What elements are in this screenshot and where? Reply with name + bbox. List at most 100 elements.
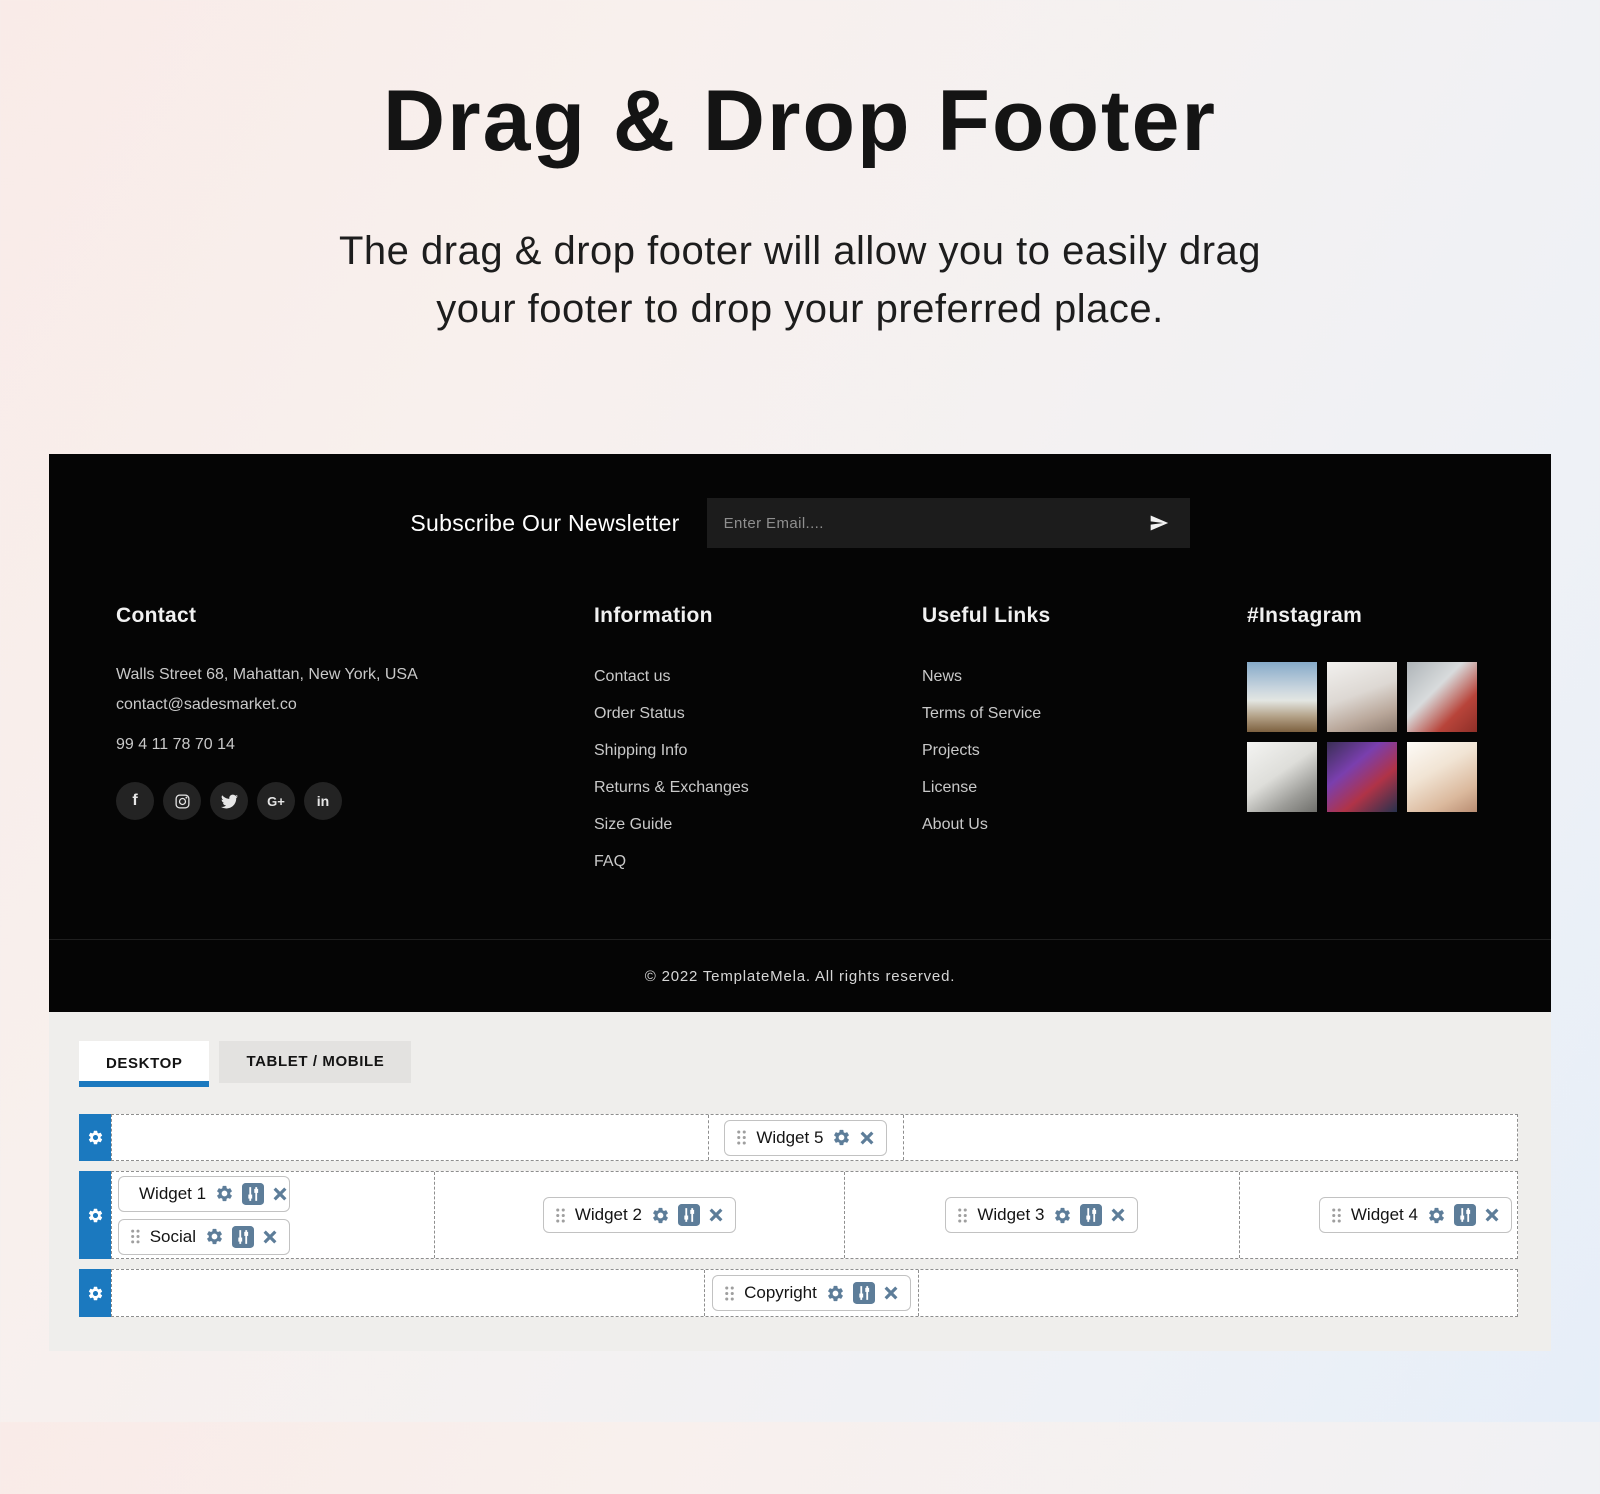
instagram-heading: #Instagram [1247, 604, 1487, 628]
widget-chip-widget1[interactable]: Widget 1 [118, 1176, 290, 1212]
facebook-icon[interactable]: f [116, 782, 154, 820]
row-settings-handle[interactable] [79, 1114, 111, 1161]
builder-row-2: Widget 1 Social [79, 1171, 1518, 1259]
newsletter-email-input[interactable] [724, 515, 1145, 532]
widget-chip-label: Copyright [744, 1283, 817, 1303]
contact-email[interactable]: contact@sadesmarket.co [116, 690, 594, 720]
instagram-photo-mechanic[interactable] [1407, 662, 1477, 732]
grip-dots-icon [555, 1207, 566, 1224]
footer-link[interactable]: Returns & Exchanges [594, 769, 922, 806]
footer-link[interactable]: Projects [922, 732, 1247, 769]
twitter-icon[interactable] [210, 782, 248, 820]
footer-link[interactable]: Shipping Info [594, 732, 922, 769]
footer-link[interactable]: News [922, 658, 1247, 695]
instagram-photo-wedding[interactable] [1407, 742, 1477, 812]
drop-cell[interactable] [112, 1115, 708, 1160]
x-icon[interactable] [272, 1186, 288, 1202]
widget-chip-label: Widget 2 [575, 1205, 642, 1225]
instagram-photo-cyclist[interactable] [1247, 662, 1317, 732]
sliders-icon[interactable] [1454, 1204, 1476, 1226]
footer-builder: DESKTOP TABLET / MOBILE Widget 5 [49, 1012, 1551, 1351]
useful-links-heading: Useful Links [922, 604, 1247, 628]
sliders-icon[interactable] [678, 1204, 700, 1226]
contact-phone[interactable]: 99 4 11 78 70 14 [116, 736, 594, 754]
x-icon[interactable] [1110, 1207, 1126, 1223]
drop-cell[interactable]: Widget 3 [844, 1172, 1239, 1258]
footer-link[interactable]: FAQ [594, 843, 922, 880]
widget-chip-widget2[interactable]: Widget 2 [543, 1197, 736, 1233]
x-icon[interactable] [262, 1229, 278, 1245]
newsletter-send-button[interactable] [1145, 509, 1173, 537]
footer-link[interactable]: Order Status [594, 695, 922, 732]
widget-chip-widget5[interactable]: Widget 5 [724, 1120, 887, 1156]
gear-icon[interactable] [215, 1184, 234, 1203]
page-title: Drag & Drop Footer [0, 72, 1600, 171]
google-plus-icon[interactable]: G+ [257, 782, 295, 820]
row-settings-handle[interactable] [79, 1171, 111, 1259]
row-settings-handle[interactable] [79, 1269, 111, 1317]
instagram-grid [1247, 662, 1487, 812]
footer-link[interactable]: Size Guide [594, 806, 922, 843]
footer-link[interactable]: About Us [922, 806, 1247, 843]
page-subtitle: The drag & drop footer will allow you to… [0, 223, 1600, 338]
grip-dots-icon [957, 1207, 968, 1224]
drop-cell[interactable]: Widget 5 [708, 1115, 903, 1160]
page: Drag & Drop Footer The drag & drop foote… [0, 72, 1600, 1351]
sliders-icon[interactable] [1080, 1204, 1102, 1226]
footer-link[interactable]: Terms of Service [922, 695, 1247, 732]
gear-icon[interactable] [205, 1227, 224, 1246]
footer-link[interactable]: Contact us [594, 658, 922, 695]
widget-chip-widget3[interactable]: Widget 3 [945, 1197, 1138, 1233]
contact-heading: Contact [116, 604, 594, 628]
gear-icon[interactable] [1427, 1206, 1446, 1225]
x-icon[interactable] [708, 1207, 724, 1223]
tab-desktop[interactable]: DESKTOP [79, 1041, 209, 1087]
builder-row-1: Widget 5 [79, 1114, 1518, 1161]
sliders-icon[interactable] [242, 1183, 264, 1205]
widget-chip-label: Widget 3 [977, 1205, 1044, 1225]
builder-tabs: DESKTOP TABLET / MOBILE [79, 1041, 1551, 1087]
drop-cell[interactable]: Widget 2 [434, 1172, 844, 1258]
paper-plane-icon [1149, 513, 1169, 533]
gear-icon[interactable] [832, 1128, 851, 1147]
social-links: f G+ in [116, 782, 594, 820]
footer-column-contact: Contact Walls Street 68, Mahattan, New Y… [116, 604, 594, 880]
linkedin-icon[interactable]: in [304, 782, 342, 820]
grip-dots-icon [1331, 1207, 1342, 1224]
grip-dots-icon [736, 1129, 747, 1146]
drop-cell[interactable] [918, 1270, 1517, 1316]
footer-link[interactable]: License [922, 769, 1247, 806]
gear-icon[interactable] [1053, 1206, 1072, 1225]
widget-chip-label: Widget 4 [1351, 1205, 1418, 1225]
drop-cell[interactable]: Widget 4 [1239, 1172, 1517, 1258]
footer-preview: Subscribe Our Newsletter Contact Walls S… [49, 454, 1551, 1012]
widget-chip-social[interactable]: Social [118, 1219, 290, 1255]
drop-cell[interactable] [112, 1270, 704, 1316]
newsletter-email-box [707, 498, 1190, 548]
gear-icon [87, 1285, 104, 1302]
instagram-photo-bedroom[interactable] [1247, 742, 1317, 812]
widget-chip-widget4[interactable]: Widget 4 [1319, 1197, 1512, 1233]
x-icon[interactable] [859, 1130, 875, 1146]
gear-icon[interactable] [651, 1206, 670, 1225]
sliders-icon[interactable] [232, 1226, 254, 1248]
drop-cell[interactable]: Copyright [704, 1270, 919, 1316]
x-icon[interactable] [1484, 1207, 1500, 1223]
instagram-photo-child-glasses[interactable] [1327, 662, 1397, 732]
drop-cell[interactable] [903, 1115, 1517, 1160]
x-icon[interactable] [883, 1285, 899, 1301]
tab-tablet-mobile[interactable]: TABLET / MOBILE [219, 1041, 411, 1083]
information-heading: Information [594, 604, 922, 628]
grip-dots-icon [724, 1285, 735, 1302]
widget-chip-copyright[interactable]: Copyright [712, 1275, 911, 1311]
drop-cell[interactable]: Widget 1 Social [112, 1172, 434, 1258]
gear-icon [87, 1207, 104, 1224]
instagram-photo-firefighter[interactable] [1327, 742, 1397, 812]
grip-dots-icon [130, 1228, 141, 1245]
footer-column-useful-links: Useful Links News Terms of Service Proje… [922, 604, 1247, 880]
contact-address: Walls Street 68, Mahattan, New York, USA [116, 660, 594, 690]
sliders-icon[interactable] [853, 1282, 875, 1304]
subtitle-line-1: The drag & drop footer will allow you to… [339, 229, 1261, 273]
instagram-icon[interactable] [163, 782, 201, 820]
gear-icon[interactable] [826, 1284, 845, 1303]
